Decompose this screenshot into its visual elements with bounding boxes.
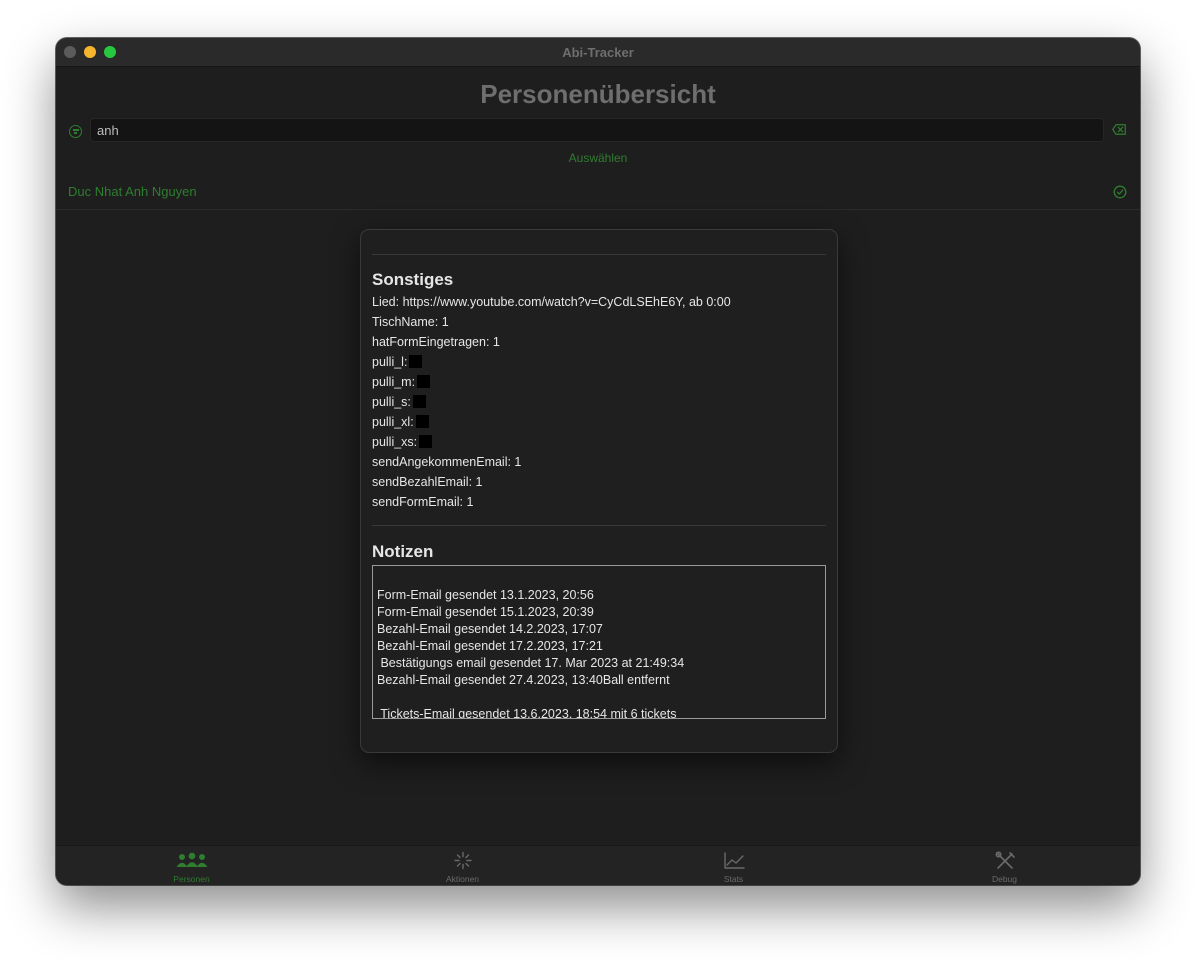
info-list: Lied: https://www.youtube.com/watch?v=Cy…: [372, 292, 826, 512]
tab-bar: Personen Aktionen Stats Debug: [56, 845, 1140, 885]
note-line: Bezahl-Email gesendet 17.2.2023, 17:21: [377, 639, 603, 653]
tab-label: Aktionen: [445, 874, 480, 884]
info-row-pulli-s: pulli_s:: [372, 392, 826, 412]
note-line: Bezahl-Email gesendet 27.4.2023, 13:40Ba…: [377, 673, 670, 687]
tab-aktionen[interactable]: Aktionen: [327, 846, 598, 885]
search-input[interactable]: anh: [90, 118, 1104, 142]
tab-debug[interactable]: Debug: [869, 846, 1140, 885]
redacted-value: [417, 375, 431, 388]
info-text: sendAngekommenEmail: 1: [372, 455, 522, 469]
section-title-sonstiges: Sonstiges: [372, 270, 454, 289]
info-row-sendbezahlemail: sendBezahlEmail: 1: [372, 472, 826, 492]
redacted-value: [419, 435, 433, 448]
select-button[interactable]: Auswählen: [56, 151, 1140, 165]
divider: [372, 254, 826, 255]
window-title: Abi-Tracker: [562, 45, 634, 60]
info-row-hatformeingetragen: hatFormEingetragen: 1: [372, 332, 826, 352]
main-content: Personenübersicht anh Auswählen Duc Nhat…: [56, 67, 1140, 845]
info-text: hatFormEingetragen: 1: [372, 335, 500, 349]
tab-stats[interactable]: Stats: [598, 846, 869, 885]
info-text: sendFormEmail: 1: [372, 495, 474, 509]
info-text: pulli_xl:: [372, 415, 414, 429]
divider: [372, 525, 826, 526]
tab-label: Stats: [723, 874, 744, 884]
chart-icon: [723, 852, 745, 869]
info-row-sendformemail: sendFormEmail: 1: [372, 492, 826, 512]
tab-label: Personen: [173, 874, 210, 884]
title-bar: Abi-Tracker: [56, 38, 1140, 67]
redacted-value: [409, 355, 423, 368]
note-line: Form-Email gesendet 13.1.2023, 20:56: [377, 588, 594, 602]
person-list-item[interactable]: Duc Nhat Anh Nguyen: [56, 175, 1140, 210]
note-line: Bestätigungs email gesendet 17. Mar 2023…: [377, 656, 685, 670]
info-row-pulli-xs: pulli_xs:: [372, 432, 826, 452]
tab-personen[interactable]: Personen: [56, 846, 327, 885]
page-title: Personenübersicht: [480, 79, 716, 109]
note-line: Form-Email gesendet 15.1.2023, 20:39: [377, 605, 594, 619]
tools-icon: [995, 851, 1015, 869]
tab-label: Debug: [991, 874, 1018, 884]
notes-textarea[interactable]: Form-Email gesendet 13.1.2023, 20:56 For…: [372, 565, 826, 719]
info-row-lied: Lied: https://www.youtube.com/watch?v=Cy…: [372, 292, 826, 312]
info-text: pulli_m:: [372, 375, 416, 389]
info-row-sendangekommenemail: sendAngekommenEmail: 1: [372, 452, 826, 472]
info-text: Lied: https://www.youtube.com/watch?v=Cy…: [372, 295, 731, 309]
person-name: Duc Nhat Anh Nguyen: [68, 184, 197, 199]
info-row-tischname: TischName: 1: [372, 312, 826, 332]
checkmark-circle-icon: [1113, 185, 1127, 199]
info-text: pulli_l:: [372, 355, 408, 369]
info-text: pulli_s:: [372, 395, 411, 409]
sparkle-icon: [453, 851, 472, 870]
note-line: Bezahl-Email gesendet 14.2.2023, 17:07: [377, 622, 603, 636]
info-text: TischName: 1: [372, 315, 449, 329]
app-window: Abi-Tracker Personenübersicht anh Auswäh…: [56, 38, 1140, 885]
clear-search-icon[interactable]: [1112, 124, 1126, 135]
info-row-pulli-m: pulli_m:: [372, 372, 826, 392]
people-icon: [176, 852, 207, 867]
info-row-pulli-xl: pulli_xl:: [372, 412, 826, 432]
section-title-notizen: Notizen: [372, 542, 434, 561]
person-detail-popover: Sonstiges Lied: https://www.youtube.com/…: [360, 229, 838, 753]
info-text: sendBezahlEmail: 1: [372, 475, 483, 489]
note-line: Tickets-Email gesendet 13.6.2023, 18:54 …: [377, 707, 677, 719]
info-row-pulli-l: pulli_l:: [372, 352, 826, 372]
filter-icon[interactable]: [69, 125, 82, 138]
redacted-value: [412, 395, 426, 408]
redacted-value: [415, 415, 429, 428]
info-text: pulli_xs:: [372, 435, 418, 449]
